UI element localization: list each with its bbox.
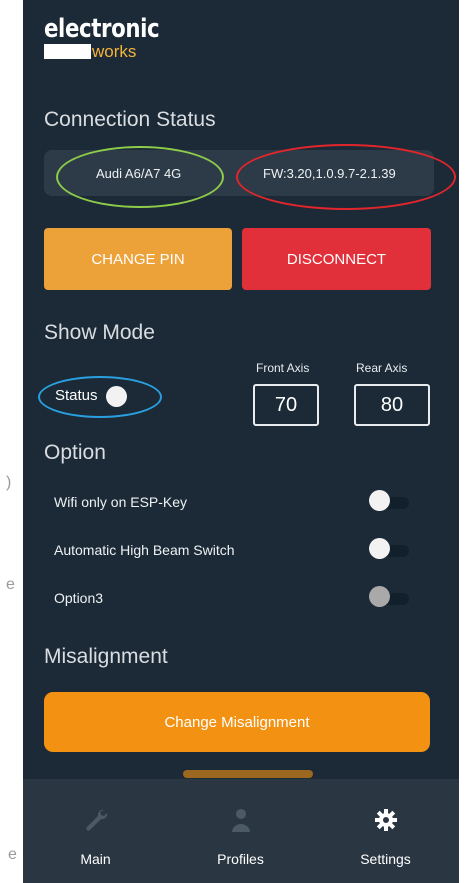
change-pin-button[interactable]: CHANGE PIN bbox=[44, 228, 232, 290]
nav-settings[interactable]: Settings bbox=[313, 779, 458, 883]
front-axis-label: Front Axis bbox=[256, 361, 310, 375]
option3-toggle[interactable] bbox=[369, 586, 390, 607]
misalignment-title: Misalignment bbox=[44, 645, 168, 668]
background-text-fragment: ) bbox=[6, 474, 12, 491]
nav-settings-label: Settings bbox=[360, 851, 411, 867]
connection-info-box: Audi A6/A7 4G FW:3.20,1.0.9.7-2.1.39 bbox=[44, 150, 434, 196]
logo-line1: electronic bbox=[44, 14, 160, 44]
logo-line2: works bbox=[92, 42, 137, 61]
status-label: Status bbox=[55, 387, 98, 404]
wifi-toggle[interactable] bbox=[369, 490, 390, 511]
app-panel: electronic works Connection Status Audi … bbox=[23, 0, 459, 883]
nav-profiles-label: Profiles bbox=[217, 851, 264, 867]
show-mode-title: Show Mode bbox=[44, 321, 155, 344]
front-axis-input[interactable]: 70 bbox=[253, 384, 319, 426]
rear-axis-input[interactable]: 80 bbox=[354, 384, 430, 426]
option-title: Option bbox=[44, 441, 106, 464]
brand-logo: electronic works bbox=[44, 14, 185, 61]
option-highbeam-label: Automatic High Beam Switch bbox=[54, 542, 235, 558]
disconnect-button[interactable]: DISCONNECT bbox=[242, 228, 431, 290]
user-icon bbox=[232, 809, 250, 832]
background-text-fragment: e bbox=[8, 846, 17, 863]
partially-hidden-button bbox=[183, 770, 313, 778]
firmware-version: FW:3.20,1.0.9.7-2.1.39 bbox=[263, 166, 396, 181]
connection-status-title: Connection Status bbox=[44, 108, 216, 131]
status-toggle[interactable] bbox=[106, 386, 127, 407]
gear-icon bbox=[375, 809, 397, 831]
highbeam-toggle[interactable] bbox=[369, 538, 390, 559]
wrench-icon bbox=[86, 809, 108, 831]
car-model: Audi A6/A7 4G bbox=[96, 166, 182, 181]
logo-box bbox=[44, 44, 91, 59]
rear-axis-label: Rear Axis bbox=[356, 361, 408, 375]
background-text-fragment: e bbox=[6, 576, 15, 593]
change-misalignment-button[interactable]: Change Misalignment bbox=[44, 692, 430, 752]
bottom-navigation: Main Profiles Settings bbox=[23, 779, 459, 883]
nav-main-label: Main bbox=[80, 851, 111, 867]
nav-main[interactable]: Main bbox=[23, 779, 168, 883]
option-wifi-label: Wifi only on ESP-Key bbox=[54, 494, 188, 510]
option3-label: Option3 bbox=[54, 590, 104, 606]
nav-profiles[interactable]: Profiles bbox=[168, 779, 313, 883]
